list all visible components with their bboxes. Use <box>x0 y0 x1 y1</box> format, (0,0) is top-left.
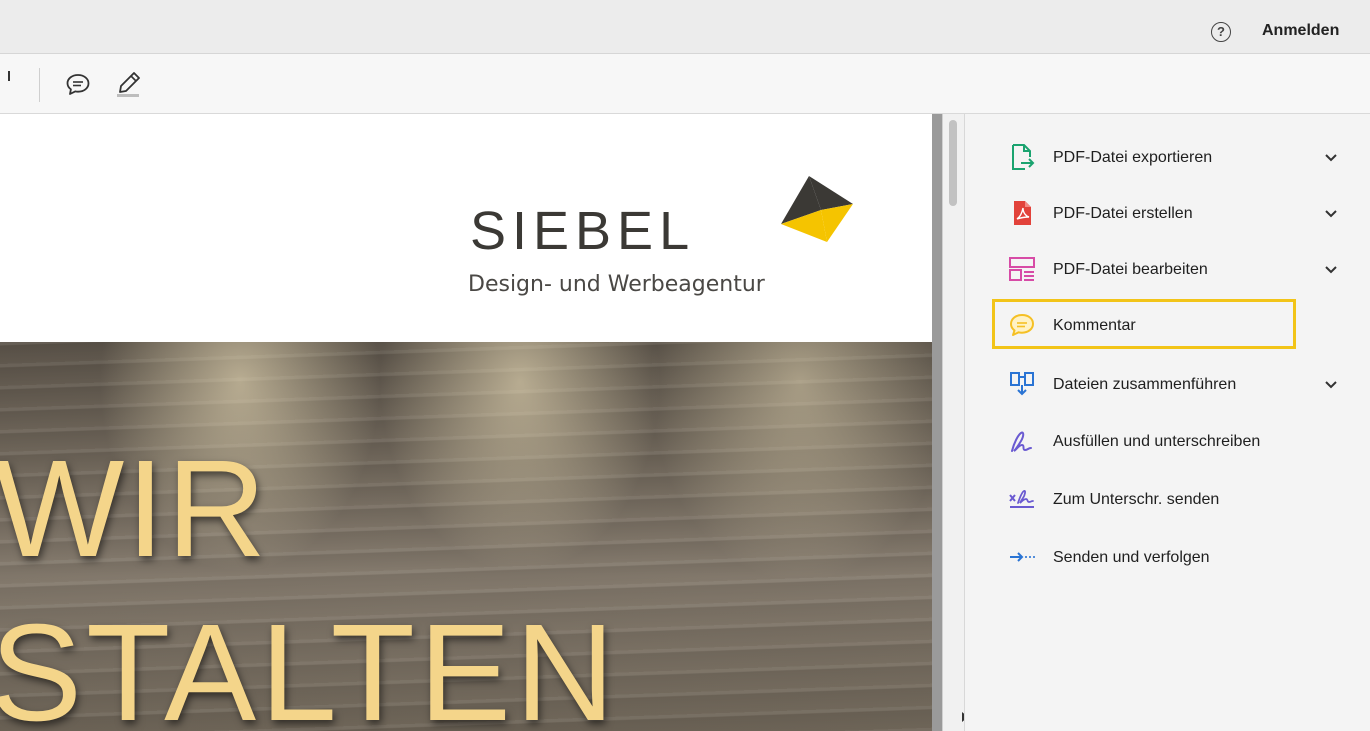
tool-send-for-signature[interactable]: Zum Unterschr. senden <box>1008 485 1348 515</box>
tool-label: Zum Unterschr. senden <box>1053 491 1220 508</box>
tool-export-pdf[interactable]: PDF-Datei exportieren <box>1008 143 1348 173</box>
signin-link[interactable]: Anmelden <box>1262 22 1339 40</box>
toolbar-partial-button-edge <box>8 71 10 81</box>
scrollbar-thumb[interactable] <box>949 120 957 206</box>
chevron-down-icon[interactable] <box>1324 151 1338 165</box>
tool-create-pdf[interactable]: PDF-Datei erstellen <box>1008 199 1348 229</box>
document-edge-shadow <box>932 114 942 731</box>
hero-photo: WIR STALTEN <box>0 342 932 731</box>
tool-label: Senden und verfolgen <box>1053 549 1210 566</box>
tool-fill-sign[interactable]: Ausfüllen und unterschreiben <box>1008 427 1348 457</box>
top-bar: ? Anmelden <box>0 0 1370 54</box>
tool-label: PDF-Datei erstellen <box>1053 205 1193 222</box>
toolbar <box>0 54 1370 114</box>
tool-edit-pdf[interactable]: PDF-Datei bearbeiten <box>1008 255 1348 285</box>
export-pdf-icon <box>1008 143 1036 171</box>
send-for-signature-icon <box>1008 485 1036 513</box>
company-logo: SIEBEL Design- und Werbeagentur <box>468 176 860 316</box>
send-track-icon <box>1008 543 1036 571</box>
hero-text-line1: WIR <box>0 432 269 586</box>
highlight-tool-button[interactable] <box>112 68 144 100</box>
toolbar-separator <box>39 68 40 102</box>
tool-label: Ausfüllen und unterschreiben <box>1053 433 1261 450</box>
chevron-down-icon[interactable] <box>1324 378 1338 392</box>
tool-combine-files[interactable]: Dateien zusammenführen <box>1008 370 1348 400</box>
document-page[interactable]: SIEBEL Design- und Werbeagentur WIR STAL… <box>0 114 932 731</box>
combine-files-icon <box>1008 370 1036 398</box>
chevron-down-icon[interactable] <box>1324 207 1338 221</box>
tool-label: PDF-Datei bearbeiten <box>1053 261 1208 278</box>
logo-mark-icon <box>781 176 853 242</box>
highlight-frame <box>992 299 1296 349</box>
logo-tagline: Design- und Werbeagentur <box>468 272 765 297</box>
comment-tool-button[interactable] <box>62 68 94 100</box>
tool-send-track[interactable]: Senden und verfolgen <box>1008 543 1348 573</box>
tool-label: Dateien zusammenführen <box>1053 376 1237 393</box>
comment-bubble-icon <box>66 74 90 95</box>
edit-pdf-icon <box>1008 255 1036 283</box>
create-pdf-icon <box>1008 199 1036 227</box>
vertical-scrollbar[interactable] <box>942 114 964 731</box>
highlighter-pen-icon <box>117 72 140 97</box>
question-circle-icon[interactable]: ? <box>1211 22 1231 42</box>
fill-sign-icon <box>1008 427 1036 455</box>
hero-text-line2: STALTEN <box>0 596 619 731</box>
tool-label: PDF-Datei exportieren <box>1053 149 1213 166</box>
logo-wordmark: SIEBEL <box>470 201 696 261</box>
chevron-down-icon[interactable] <box>1324 263 1338 277</box>
